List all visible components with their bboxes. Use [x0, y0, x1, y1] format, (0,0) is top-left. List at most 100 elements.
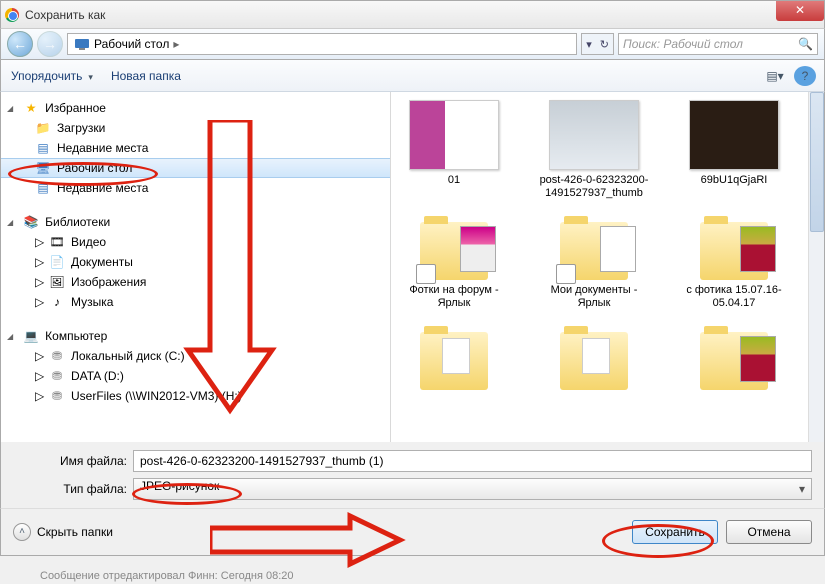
forward-button[interactable]: → — [37, 31, 63, 57]
breadcrumb[interactable]: Рабочий стол ▸ — [67, 33, 577, 55]
netdrive-icon: ⛃ — [49, 388, 65, 404]
folder-shortcut-icon: ↗ — [420, 222, 488, 280]
thumbnail-icon — [689, 100, 779, 170]
navbar: ← → Рабочий стол ▸ ▾ ↻ Поиск: Рабочий ст… — [0, 28, 825, 60]
folder-item[interactable]: ↗ Фотки на форум - Ярлык — [399, 222, 509, 310]
expand-icon[interactable]: ▷ — [35, 275, 43, 289]
tree-desktop[interactable]: 🖥 Рабочий стол — [1, 158, 390, 178]
tree-computer[interactable]: 💻 Компьютер — [1, 326, 390, 346]
pictures-icon: 🖼 — [49, 274, 65, 290]
chevron-up-icon: ˄ — [13, 523, 31, 541]
refresh-group: ▾ ↻ — [581, 33, 614, 55]
monitor-icon: 🖥 — [35, 160, 51, 176]
file-caption: 01 — [448, 174, 460, 187]
documents-icon: 📄 — [49, 254, 65, 270]
nav-tree: ★ Избранное 📁 Загрузки ▤ Недавние места … — [1, 92, 391, 442]
folder-preview — [460, 226, 496, 272]
file-caption: с фотика 15.07.16-05.04.17 — [679, 284, 789, 310]
expand-icon[interactable]: ▷ — [35, 295, 43, 309]
thumbnail-icon — [549, 100, 639, 170]
computer-icon: 💻 — [23, 328, 39, 344]
file-caption: 69bU1qGjaRI — [701, 174, 768, 187]
close-button[interactable]: ✕ — [776, 1, 824, 21]
history-dropdown[interactable]: ▾ — [582, 38, 596, 51]
file-item[interactable]: 01 — [399, 100, 509, 200]
desktop-icon — [74, 36, 90, 52]
main-area: ★ Избранное 📁 Загрузки ▤ Недавние места … — [0, 92, 825, 442]
expand-icon[interactable]: ▷ — [35, 389, 43, 403]
folder-shortcut-icon: ↗ — [560, 222, 628, 280]
back-button[interactable]: ← — [7, 31, 33, 57]
chevron-right-icon[interactable]: ▸ — [173, 37, 179, 51]
new-folder-button[interactable]: Новая папка — [111, 69, 181, 83]
folder-item[interactable]: с фотика 15.07.16-05.04.17 — [679, 222, 789, 310]
tree-ddrive[interactable]: ▷ ⛃ DATA (D:) — [1, 366, 390, 386]
toolbar: Упорядочить Новая папка ▤▾ ? — [0, 60, 825, 92]
chrome-icon — [5, 8, 19, 22]
recent-icon: ▤ — [35, 140, 51, 156]
file-item[interactable]: 69bU1qGjaRI — [679, 100, 789, 200]
folder-item[interactable]: ↗ Мои документы - Ярлык — [539, 222, 649, 310]
tree-recent-1[interactable]: ▤ Недавние места — [1, 138, 390, 158]
cropped-footer-text: Сообщение отредактировал Финн: Сегодня 0… — [40, 570, 294, 582]
folder-item[interactable] — [539, 332, 649, 394]
search-placeholder: Поиск: Рабочий стол — [623, 37, 743, 51]
drive-icon: ⛃ — [49, 368, 65, 384]
music-icon: ♪ — [49, 294, 65, 310]
expand-icon[interactable]: ▷ — [35, 255, 43, 269]
tree-pictures[interactable]: ▷ 🖼 Изображения — [1, 272, 390, 292]
folder-preview — [740, 226, 776, 272]
filename-fields: Имя файла: Тип файла: JPEG-рисунок — [0, 442, 825, 508]
breadcrumb-location: Рабочий стол — [94, 37, 169, 51]
filetype-value: JPEG-рисунок — [140, 479, 219, 493]
folder-preview — [600, 226, 636, 272]
tree-video[interactable]: ▷ 🎞 Видео — [1, 232, 390, 252]
tree-recent-2[interactable]: ▤ Недавние места — [1, 178, 390, 198]
tree-favorites[interactable]: ★ Избранное — [1, 98, 390, 118]
filetype-label: Тип файла: — [13, 482, 133, 496]
tree-netdrive[interactable]: ▷ ⛃ UserFiles (\\WIN2012-VM3) (H:) — [1, 386, 390, 406]
filetype-select[interactable]: JPEG-рисунок — [133, 478, 812, 500]
tree-cdrive[interactable]: ▷ ⛃ Локальный диск (C:) — [1, 346, 390, 366]
hide-folders-toggle[interactable]: ˄ Скрыть папки — [13, 523, 113, 541]
tree-libraries[interactable]: 📚 Библиотеки — [1, 212, 390, 232]
file-caption: Мои документы - Ярлык — [539, 284, 649, 310]
file-caption: post-426-0-62323200-1491527937_thumb — [539, 174, 649, 200]
folder-icon — [560, 332, 628, 390]
tree-documents[interactable]: ▷ 📄 Документы — [1, 252, 390, 272]
view-button[interactable]: ▤▾ — [764, 66, 786, 86]
search-icon: 🔍 — [798, 37, 813, 51]
save-button[interactable]: Сохранить — [632, 520, 718, 544]
tree-music[interactable]: ▷ ♪ Музыка — [1, 292, 390, 312]
titlebar: Сохранить как ✕ — [0, 0, 825, 28]
folder-icon — [700, 332, 768, 390]
window-title: Сохранить как — [25, 8, 105, 22]
folder-icon — [420, 332, 488, 390]
filename-input[interactable] — [133, 450, 812, 472]
scrollbar[interactable] — [808, 92, 824, 442]
drive-icon: ⛃ — [49, 348, 65, 364]
bottom-bar: ˄ Скрыть папки Сохранить Отмена — [0, 508, 825, 556]
expand-icon[interactable]: ▷ — [35, 369, 43, 383]
cancel-button[interactable]: Отмена — [726, 520, 812, 544]
video-icon: 🎞 — [49, 234, 65, 250]
shortcut-arrow-icon: ↗ — [416, 266, 434, 284]
file-item[interactable]: post-426-0-62323200-1491527937_thumb — [539, 100, 649, 200]
expand-icon[interactable]: ▷ — [35, 349, 43, 363]
folder-item[interactable] — [679, 332, 789, 394]
thumb-grid: 01 post-426-0-62323200-1491527937_thumb … — [399, 100, 816, 394]
thumbnail-icon — [409, 100, 499, 170]
expand-icon[interactable]: ▷ — [35, 235, 43, 249]
content-pane: 01 post-426-0-62323200-1491527937_thumb … — [391, 92, 824, 442]
file-caption: Фотки на форум - Ярлык — [399, 284, 509, 310]
filename-label: Имя файла: — [13, 454, 133, 468]
search-input[interactable]: Поиск: Рабочий стол 🔍 — [618, 33, 818, 55]
scrollbar-thumb[interactable] — [810, 92, 824, 232]
organize-menu[interactable]: Упорядочить — [11, 69, 93, 83]
recent-icon: ▤ — [35, 180, 51, 196]
tree-downloads[interactable]: 📁 Загрузки — [1, 118, 390, 138]
folder-item[interactable] — [399, 332, 509, 394]
refresh-button[interactable]: ↻ — [596, 38, 613, 51]
help-button[interactable]: ? — [794, 66, 816, 86]
star-icon: ★ — [23, 100, 39, 116]
